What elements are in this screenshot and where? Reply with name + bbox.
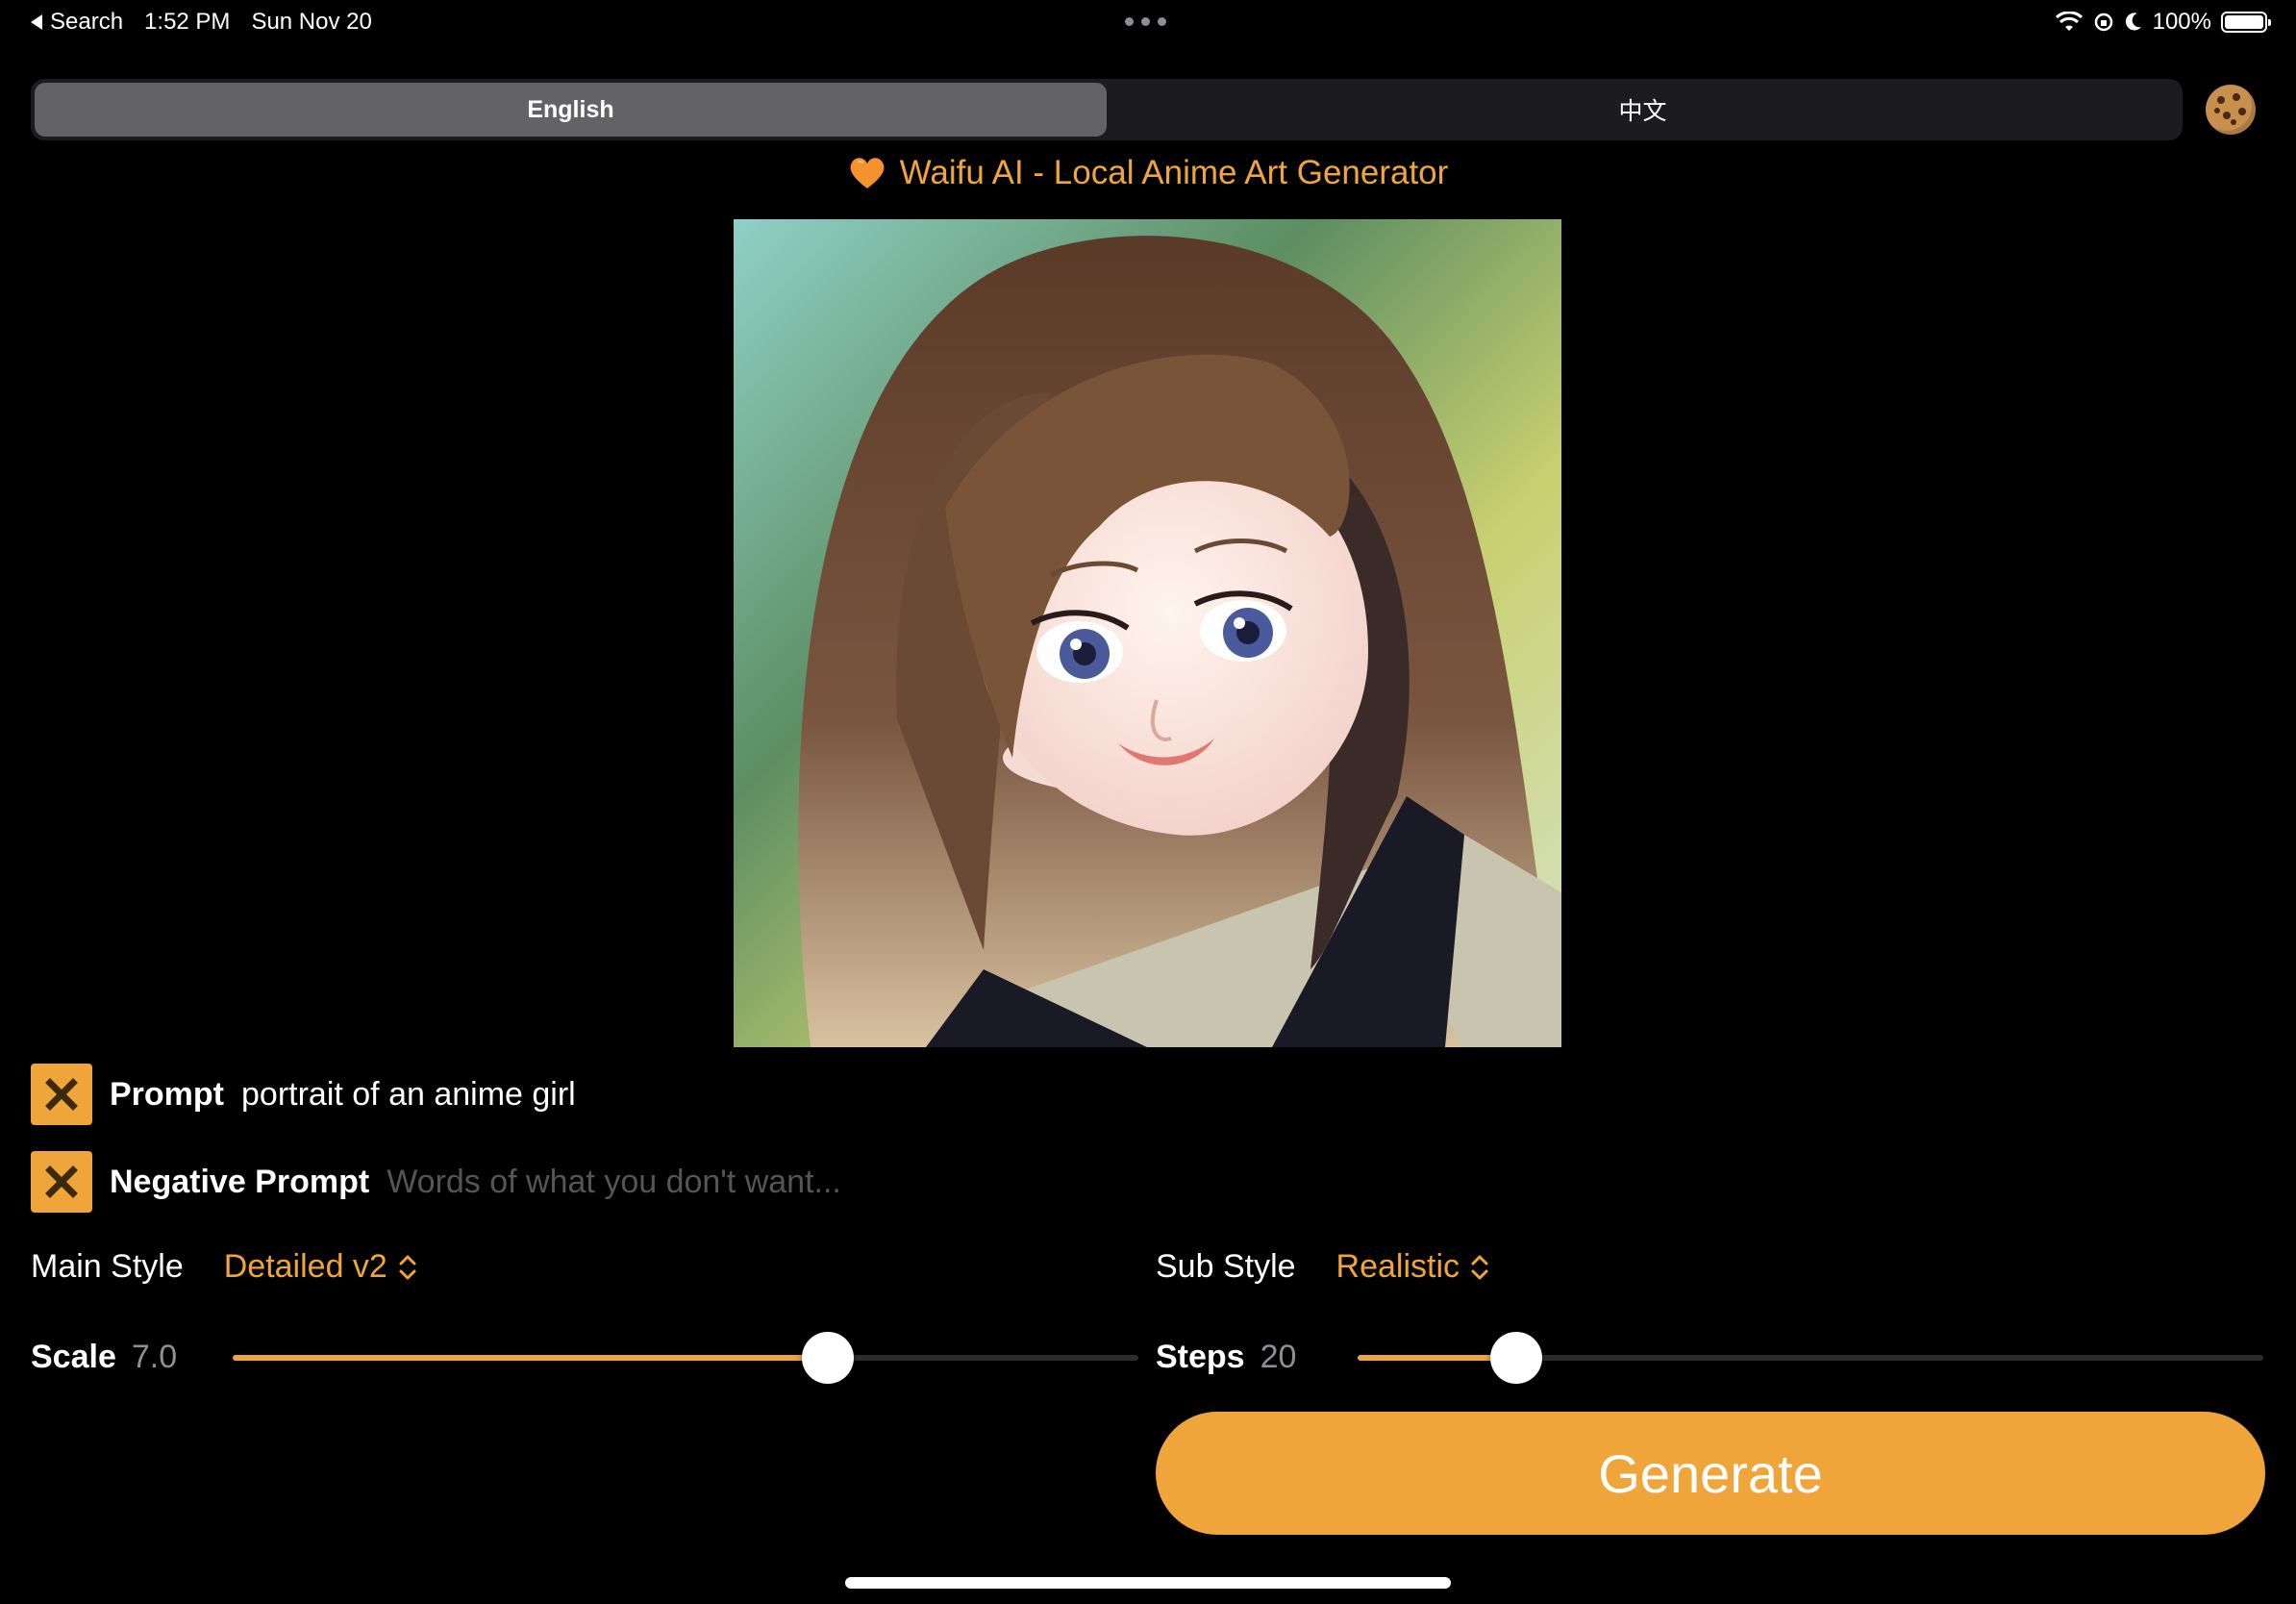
tab-english[interactable]: English — [35, 83, 1107, 137]
close-icon — [45, 1165, 78, 1198]
steps-slider[interactable] — [1358, 1332, 2263, 1384]
steps-value: 20 — [1260, 1338, 1297, 1375]
app-title-row: Waifu AI - Local Anime Art Generator — [0, 154, 2296, 192]
orientation-lock-icon — [2094, 13, 2112, 32]
orange-heart-icon — [850, 158, 885, 188]
chevron-up-down-icon — [399, 1255, 416, 1279]
generated-image — [734, 219, 1561, 1047]
negative-prompt-input[interactable] — [387, 1163, 1253, 1201]
chevron-up-down-icon — [1471, 1255, 1488, 1279]
back-label: Search — [50, 9, 124, 35]
moon-icon — [2125, 13, 2141, 31]
generate-button[interactable]: Generate — [1156, 1412, 2265, 1535]
scale-slider[interactable] — [233, 1332, 1138, 1384]
status-bar: Search 1:52 PM Sun Nov 20 100% — [0, 0, 2296, 48]
sub-style-label: Sub Style — [1156, 1248, 1296, 1285]
cookie-icon[interactable] — [2206, 85, 2256, 135]
prompt-row: Prompt portrait of an anime girl — [31, 1063, 1107, 1126]
prompt-label: Prompt — [110, 1075, 224, 1113]
prompt-input[interactable]: portrait of an anime girl — [241, 1076, 1107, 1114]
main-style-value: Detailed v2 — [223, 1248, 387, 1285]
clear-prompt-button[interactable] — [31, 1064, 92, 1125]
close-icon — [45, 1078, 78, 1111]
wifi-icon — [2055, 12, 2083, 31]
steps-row: Steps 20 — [1156, 1332, 2263, 1384]
main-style-row: Main Style Detailed v2 — [31, 1248, 418, 1286]
status-date: Sun Nov 20 — [251, 9, 372, 35]
main-style-label: Main Style — [31, 1248, 184, 1285]
back-to-search[interactable]: Search — [31, 9, 123, 36]
page-title: Waifu AI - Local Anime Art Generator — [899, 154, 1449, 191]
negative-prompt-row: Negative Prompt — [31, 1150, 1253, 1214]
steps-label: Steps — [1156, 1338, 1245, 1375]
tab-chinese[interactable]: 中文 — [1107, 83, 2179, 137]
language-segmented-control: English 中文 — [31, 79, 2183, 140]
negative-prompt-label: Negative Prompt — [110, 1163, 370, 1200]
battery-icon — [2221, 12, 2271, 33]
sub-style-picker[interactable]: Realistic — [1336, 1248, 1490, 1286]
clear-negative-prompt-button[interactable] — [31, 1151, 92, 1213]
battery-percent: 100% — [2152, 9, 2211, 35]
scale-value: 7.0 — [131, 1338, 178, 1375]
back-arrow-icon — [31, 14, 42, 30]
home-indicator[interactable] — [845, 1577, 1451, 1589]
steps-slider-thumb[interactable] — [1489, 1332, 1542, 1384]
scale-slider-thumb[interactable] — [801, 1332, 854, 1384]
main-style-picker[interactable]: Detailed v2 — [224, 1248, 418, 1286]
scale-slider-fill — [233, 1355, 828, 1361]
multitasking-dots-icon[interactable] — [1125, 17, 1166, 26]
sub-style-row: Sub Style Realistic — [1156, 1248, 1490, 1286]
scale-row: Scale 7.0 — [31, 1332, 1138, 1384]
scale-label: Scale — [31, 1338, 116, 1375]
sub-style-value: Realistic — [1335, 1248, 1460, 1285]
status-time: 1:52 PM — [144, 9, 231, 35]
